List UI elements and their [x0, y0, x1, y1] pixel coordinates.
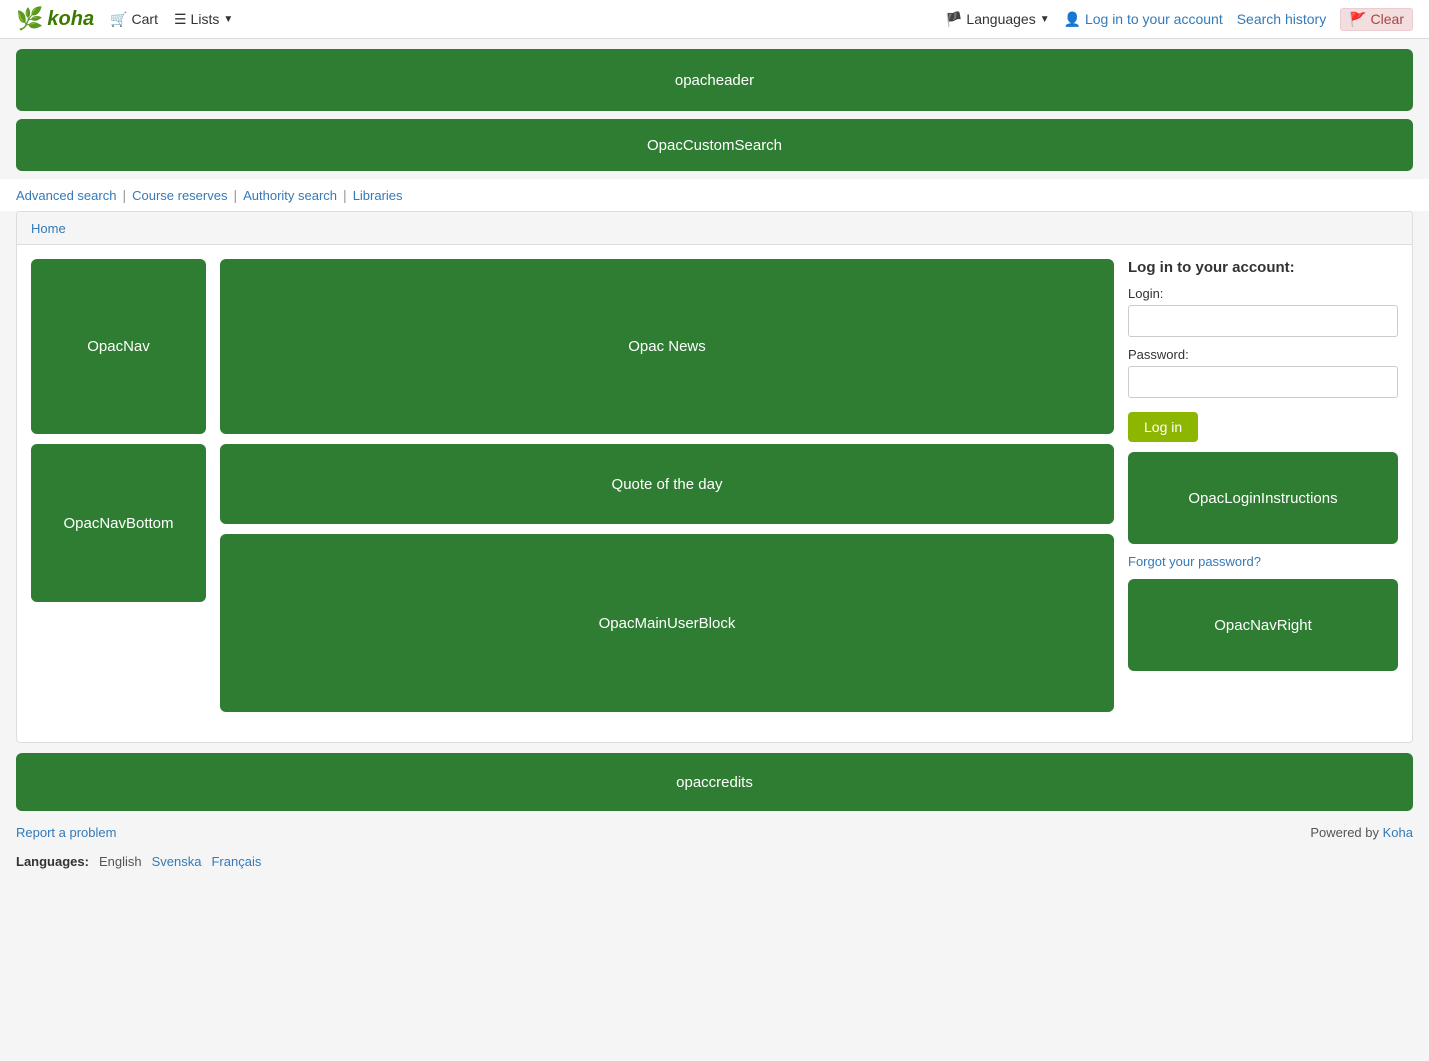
clear-button[interactable]: 🚩 Clear	[1340, 8, 1413, 31]
logo-text: koha	[47, 8, 94, 31]
login-input[interactable]	[1128, 305, 1398, 337]
sep3: |	[343, 187, 347, 203]
login-field-group: Login:	[1128, 286, 1398, 337]
languages-dropdown-arrow: ▼	[1040, 14, 1050, 25]
authority-search-link[interactable]: Authority search	[243, 188, 337, 203]
language-svenska-link[interactable]: Svenska	[152, 854, 202, 869]
home-breadcrumb[interactable]: Home	[31, 221, 66, 236]
password-field-group: Password:	[1128, 347, 1398, 398]
sep2: |	[233, 187, 237, 203]
lists-link[interactable]: ☰ Lists ▼	[174, 11, 233, 28]
quote-of-day-block: Quote of the day	[220, 444, 1114, 524]
logo[interactable]: 🌿 koha	[16, 6, 94, 32]
flag-icon: 🏴	[945, 11, 962, 28]
koha-link[interactable]: Koha	[1383, 825, 1413, 840]
search-history-link[interactable]: Search history	[1237, 11, 1326, 27]
login-button[interactable]: Log in	[1128, 412, 1198, 442]
opac-custom-search-block: OpacCustomSearch	[16, 119, 1413, 171]
languages-link[interactable]: 🏴 Languages ▼	[945, 11, 1050, 28]
login-link[interactable]: 👤 Log in to your account	[1064, 11, 1223, 28]
forgot-password-link[interactable]: Forgot your password?	[1128, 554, 1398, 569]
powered-by: Powered by Koha	[1310, 825, 1413, 840]
nav-left: 🌿 koha 🛒 Cart ☰ Lists ▼	[16, 6, 233, 32]
opac-header-block: opacheader	[16, 49, 1413, 111]
languages-bar: Languages: English Svenska Français	[0, 848, 1429, 879]
nav-links-bar: Advanced search | Course reserves | Auth…	[0, 179, 1429, 211]
password-input[interactable]	[1128, 366, 1398, 398]
top-navbar: 🌿 koha 🛒 Cart ☰ Lists ▼ 🏴 Languages ▼ 👤 …	[0, 0, 1429, 39]
login-title: Log in to your account:	[1128, 259, 1398, 276]
content-layout: OpacNav OpacNavBottom Opac News Quote of…	[17, 245, 1412, 726]
main-container: Home OpacNav OpacNavBottom Opac News Quo…	[16, 211, 1413, 743]
opac-credits-block: opaccredits	[16, 753, 1413, 811]
nav-right: 🏴 Languages ▼ 👤 Log in to your account S…	[945, 8, 1413, 31]
opac-login-instructions-block: OpacLoginInstructions	[1128, 452, 1398, 544]
left-column: OpacNav OpacNavBottom	[31, 259, 206, 712]
lists-dropdown-arrow: ▼	[223, 14, 233, 25]
opac-news-block: Opac News	[220, 259, 1114, 434]
right-column: Log in to your account: Login: Password:…	[1128, 259, 1398, 712]
middle-column: Opac News Quote of the day OpacMainUserB…	[220, 259, 1114, 712]
sep1: |	[122, 187, 126, 203]
koha-logo-icon: 🌿	[16, 6, 43, 32]
cart-icon: 🛒	[110, 11, 127, 28]
login-label: Login:	[1128, 286, 1398, 301]
lists-icon: ☰	[174, 11, 187, 28]
report-problem-link[interactable]: Report a problem	[16, 825, 116, 840]
languages-label: Languages:	[16, 854, 89, 869]
advanced-search-link[interactable]: Advanced search	[16, 188, 116, 203]
user-icon: 👤	[1064, 11, 1081, 27]
language-english: English	[99, 854, 142, 869]
cart-link[interactable]: 🛒 Cart	[110, 11, 158, 28]
login-box: Log in to your account: Login: Password:…	[1128, 259, 1398, 442]
breadcrumb: Home	[17, 212, 1412, 245]
clear-icon: 🚩	[1349, 11, 1366, 27]
footer-bar: Report a problem Powered by Koha	[0, 817, 1429, 848]
opac-nav-bottom-block: OpacNavBottom	[31, 444, 206, 602]
opac-nav-block: OpacNav	[31, 259, 206, 434]
libraries-link[interactable]: Libraries	[353, 188, 403, 203]
course-reserves-link[interactable]: Course reserves	[132, 188, 227, 203]
password-label: Password:	[1128, 347, 1398, 362]
opac-nav-right-block: OpacNavRight	[1128, 579, 1398, 671]
language-francais-link[interactable]: Français	[211, 854, 261, 869]
opac-main-user-block: OpacMainUserBlock	[220, 534, 1114, 712]
